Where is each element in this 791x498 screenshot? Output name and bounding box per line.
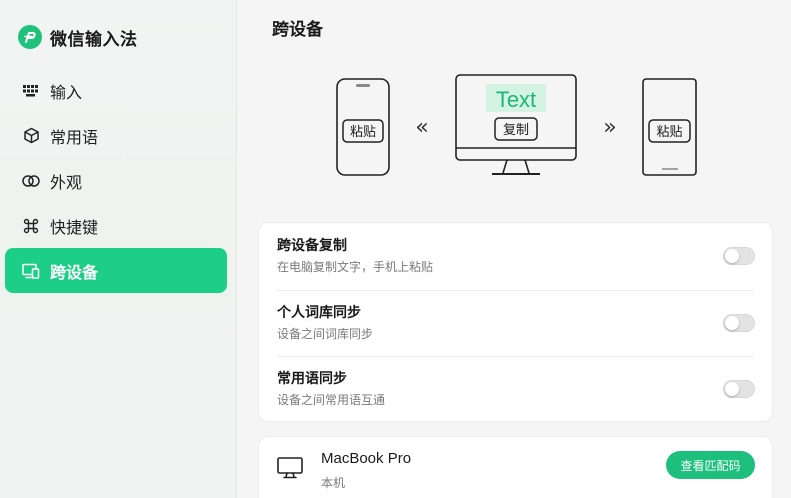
right-phone-icon: 粘贴 (642, 78, 697, 176)
overlap-circles-icon (22, 172, 40, 190)
left-arrow: « (415, 115, 428, 140)
keyboard-icon (22, 82, 40, 100)
setting-title: 常用语同步 (277, 371, 347, 388)
sidebar-item-input[interactable]: 输入 (5, 68, 227, 113)
setting-cross-device-copy: 跨设备复制 在电脑复制文字，手机上粘贴 (259, 223, 772, 290)
sidebar-item-label: 外观 (50, 172, 83, 192)
cross-device-illustration: 粘贴 « Text 复制 » 粘贴 (336, 74, 697, 176)
toggle-knob (725, 249, 739, 263)
monitor-icon (277, 457, 303, 479)
sidebar-item-label: 快捷键 (50, 217, 99, 237)
page-title: 跨设备 (272, 20, 323, 40)
app-logo-icon (18, 25, 42, 49)
monitor-text: Text (496, 87, 536, 112)
sidebar-item-shortcuts[interactable]: 快捷键 (5, 203, 227, 248)
sidebar: 微信输入法 输入 常用语 外观 快捷键 跨设备 (0, 0, 237, 498)
sidebar-nav: 输入 常用语 外观 快捷键 跨设备 (5, 68, 227, 293)
setting-description: 设备之间词库同步 (277, 326, 374, 341)
toggle-knob (725, 382, 739, 397)
sidebar-item-label: 输入 (50, 82, 83, 102)
left-phone-icon: 粘贴 (336, 78, 390, 176)
setting-description: 在电脑复制文字，手机上粘贴 (277, 260, 434, 274)
cube-icon (22, 127, 40, 145)
left-phone-label: 粘贴 (350, 125, 376, 140)
dictionary-sync-toggle[interactable] (723, 313, 755, 332)
cross-device-copy-toggle[interactable] (723, 247, 755, 265)
device-name: MacBook Pro (321, 450, 412, 467)
device-subtitle: 本机 (321, 476, 346, 490)
app-title: 微信输入法 (50, 29, 138, 50)
setting-title: 个人词库同步 (277, 304, 361, 321)
view-match-code-button[interactable]: 查看匹配码 (666, 451, 755, 479)
toggle-knob (725, 315, 739, 330)
devices-icon (22, 262, 40, 280)
sidebar-item-label: 跨设备 (50, 262, 99, 282)
sidebar-item-cross-device[interactable]: 跨设备 (5, 248, 227, 293)
setting-dictionary-sync: 个人词库同步 设备之间词库同步 (259, 289, 772, 357)
right-arrow: » (603, 115, 616, 140)
setting-phrases-sync: 常用语同步 设备之间常用语互通 (259, 356, 772, 423)
right-phone-label: 粘贴 (656, 125, 682, 140)
main-content: 跨设备 粘贴 « Text 复制 » 粘贴 跨设备复制 在电脑复制文字，手机上粘… (238, 0, 791, 498)
sidebar-item-appearance[interactable]: 外观 (5, 158, 227, 203)
device-card: MacBook Pro 本机 查看匹配码 (258, 436, 773, 498)
settings-card: 跨设备复制 在电脑复制文字，手机上粘贴 个人词库同步 设备之间词库同步 常用语同… (258, 222, 773, 422)
setting-title: 跨设备复制 (277, 238, 347, 254)
phrases-sync-toggle[interactable] (723, 380, 755, 399)
sidebar-item-phrases[interactable]: 常用语 (5, 113, 227, 158)
monitor-illustration: Text 复制 (455, 74, 577, 175)
brand: 微信输入法 (18, 24, 138, 50)
command-key-icon (22, 217, 40, 235)
monitor-copy-label: 复制 (503, 123, 529, 138)
sidebar-item-label: 常用语 (50, 127, 99, 147)
setting-description: 设备之间常用语互通 (277, 393, 386, 408)
